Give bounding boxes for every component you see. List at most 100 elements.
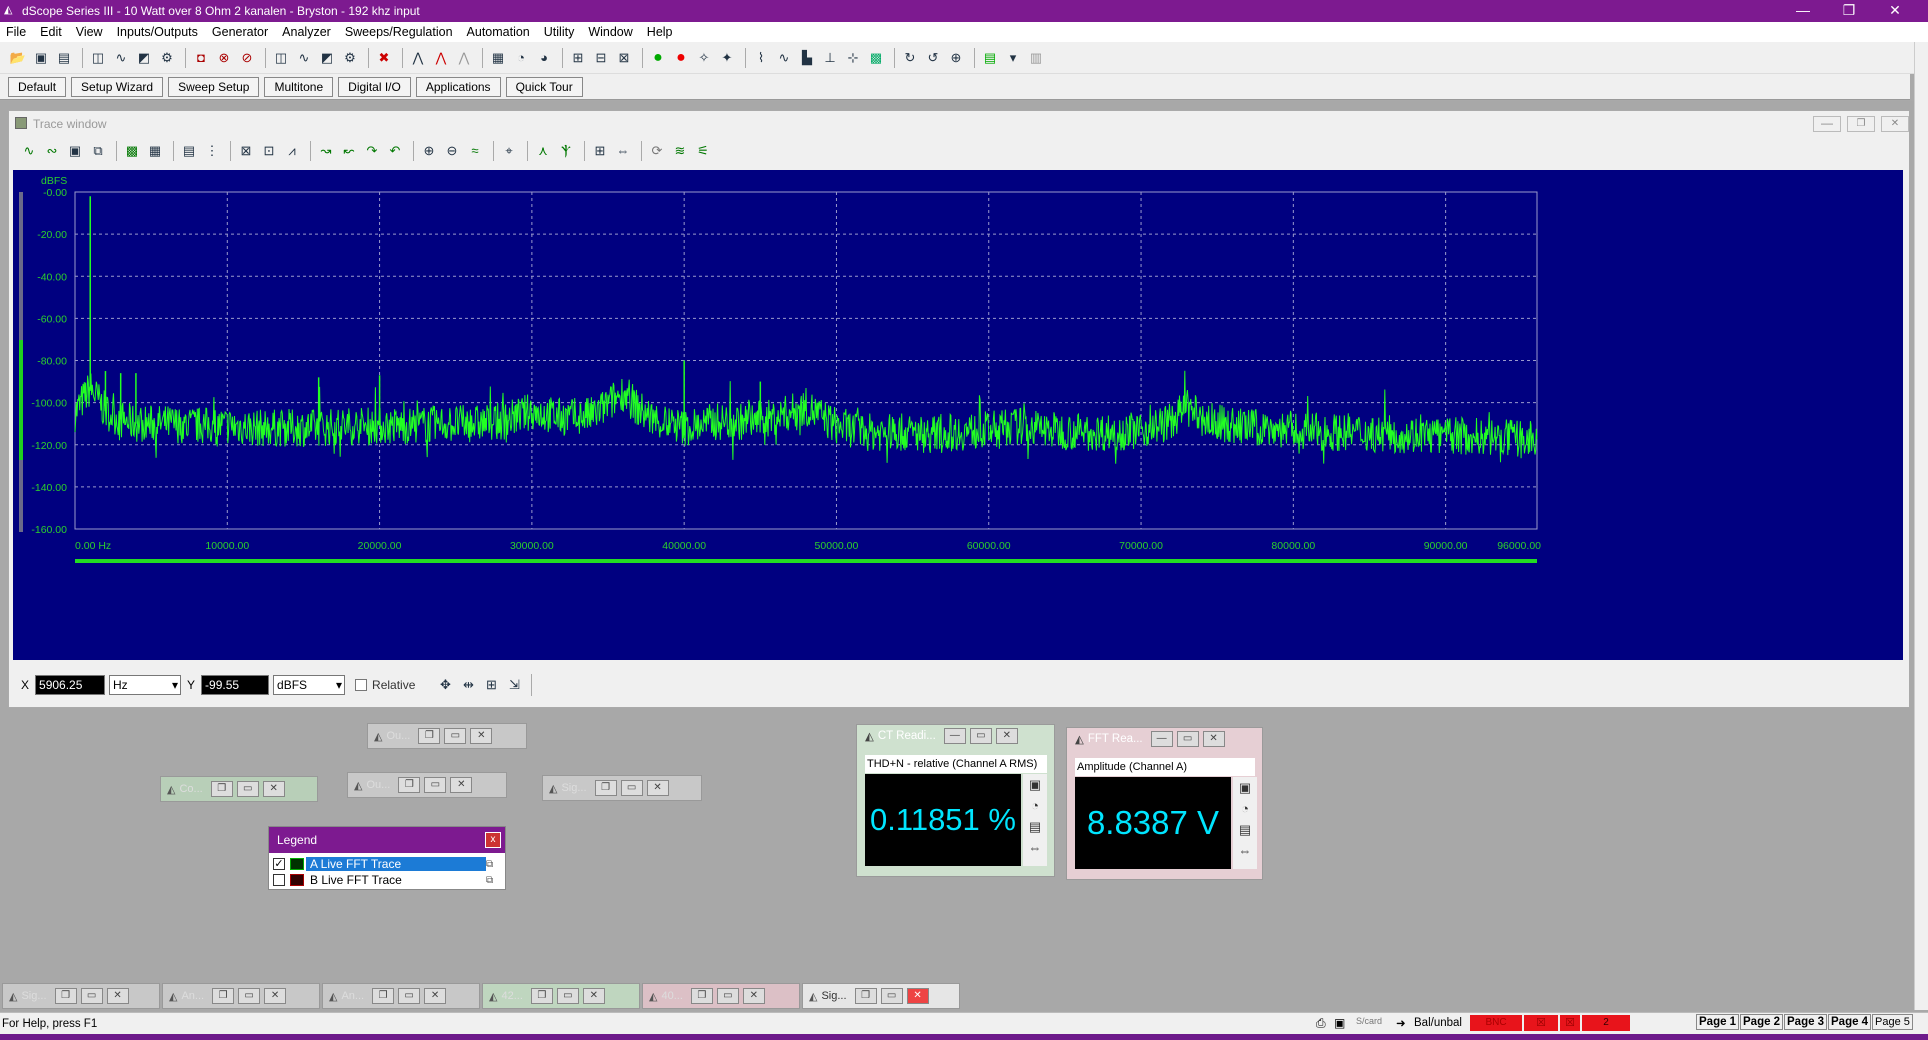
channel-b-icon[interactable]: ⊟ (591, 48, 611, 68)
maximize-button[interactable]: ▭ (880, 988, 903, 1004)
restore-button[interactable]: ❐ (854, 988, 877, 1004)
mini-window-co[interactable]: ◭ Co... ❐ ▭ ✕ (160, 776, 318, 802)
sweep-icon[interactable]: ✧ (694, 48, 714, 68)
limits-icon[interactable]: ⇔ (1239, 843, 1252, 858)
bottom-window-analyzer-1[interactable]: ◭ An... ❐ ▭ ✕ (162, 983, 320, 1009)
close-button[interactable]: ✕ (106, 988, 129, 1004)
calibrate-icon[interactable]: ⊕ (946, 48, 966, 68)
close-button[interactable]: ✕ (262, 781, 285, 797)
cursor-add-icon[interactable]: ⊹ (843, 48, 863, 68)
peak-icon[interactable]: ⋏ (533, 141, 553, 161)
default-button[interactable]: Default (8, 76, 67, 97)
close-button[interactable]: ✕ (582, 988, 605, 1004)
marker-prev-icon[interactable]: ↶ (385, 141, 405, 161)
restore-button[interactable]: ❐ (594, 780, 617, 796)
output-config-icon[interactable]: ◩ (134, 48, 154, 68)
minimize-button[interactable]: — (1150, 731, 1173, 747)
zoom-in-icon[interactable]: ⊕ (419, 141, 439, 161)
vertical-scrollbar[interactable] (1914, 42, 1928, 1010)
regulation-off-icon[interactable]: ↺ (923, 48, 943, 68)
monitor-icon[interactable]: ▣ (1334, 1016, 1345, 1030)
marker-next-icon[interactable]: ↷ (362, 141, 382, 161)
sweep-settings-icon[interactable]: ✦ (717, 48, 737, 68)
page-5-tab[interactable]: Page 5 (1872, 1014, 1913, 1030)
maximize-button[interactable]: ▭ (398, 988, 421, 1004)
export-icon[interactable]: ▥ (1026, 48, 1046, 68)
minimize-button[interactable]: — (1780, 0, 1826, 22)
menu-file[interactable]: File (6, 25, 26, 39)
zoom-x-icon[interactable]: ⊠ (236, 141, 256, 161)
maximize-button[interactable]: ▭ (556, 988, 579, 1004)
close-button[interactable]: ✕ (424, 988, 447, 1004)
quick-tour-button[interactable]: Quick Tour (505, 76, 583, 97)
close-button[interactable]: ✕ (646, 780, 669, 796)
legend-item-a[interactable]: ✓ A Live FFT Trace ⧉ (269, 856, 505, 872)
menu-automation[interactable]: Automation (467, 25, 530, 39)
output-wave-icon[interactable]: ∿ (111, 48, 131, 68)
printer-icon[interactable]: ⎙ (1316, 1016, 1326, 1031)
y-cursor-value[interactable]: -99.55 (201, 675, 270, 695)
log-icon[interactable]: ▣ (1029, 777, 1041, 792)
legend-item-b[interactable]: B Live FFT Trace ⧉ (269, 872, 505, 888)
open-icon[interactable]: 📂 (8, 48, 28, 68)
display-icon[interactable]: ▩ (866, 48, 886, 68)
trace-table-icon[interactable]: ▦ (145, 141, 165, 161)
analyzer-stop-icon[interactable]: ⋀ (431, 48, 451, 68)
menu-analyzer[interactable]: Analyzer (282, 25, 331, 39)
maximize-button[interactable]: ▭ (716, 988, 739, 1004)
page-2-tab[interactable]: Page 2 (1740, 1014, 1784, 1030)
setup-wizard-button[interactable]: Setup Wizard (71, 76, 164, 97)
menu-window[interactable]: Window (588, 25, 632, 39)
scope-icon[interactable]: ▦ (488, 48, 508, 68)
trace-image-icon[interactable]: ▩ (122, 141, 142, 161)
trace-grid-icon[interactable]: ⋮ (202, 141, 222, 161)
bottom-window-42[interactable]: ◭ 42... ❐ ▭ ✕ (482, 983, 640, 1009)
trace-copy-icon[interactable]: ⧉ (88, 141, 108, 161)
input-wave-icon[interactable]: ∿ (294, 48, 314, 68)
autoscale-icon[interactable]: ⩘ (282, 141, 302, 161)
bottom-window-signal-2[interactable]: ◭ Sig... ❐ ▭ ✕ (802, 983, 960, 1009)
close-button[interactable]: ✕ (742, 988, 765, 1004)
analyzer-icon[interactable]: ⋀ (408, 48, 428, 68)
maximize-button[interactable]: ▭ (236, 781, 259, 797)
bar-icon[interactable]: ▙ (797, 48, 817, 68)
cursor-icon[interactable]: ⌖ (499, 141, 519, 161)
legend-checkbox-a[interactable]: ✓ (273, 858, 285, 870)
legend-close-button[interactable]: x (485, 832, 501, 848)
legend-options-icon[interactable]: ⧉ (486, 875, 493, 886)
restore-button[interactable]: ❐ (690, 988, 713, 1004)
close-button[interactable]: ✕ (470, 728, 493, 744)
fft-plot[interactable]: dBFS -0.00 -20.00 -40.00 -60.00 -80.00 -100.00… (13, 170, 1903, 660)
page-3-tab[interactable]: Page 3 (1784, 1014, 1828, 1030)
relative-checkbox[interactable] (355, 679, 368, 691)
close-button[interactable]: ✕ (995, 728, 1018, 744)
save-icon[interactable]: ▣ (31, 48, 51, 68)
output-off-icon[interactable]: ◘ (191, 48, 211, 68)
mini-window-signal[interactable]: ◭ Sig... ❐ ▭ ✕ (542, 775, 702, 801)
output-settings-icon[interactable]: ⚙ (157, 48, 177, 68)
menu-utility[interactable]: Utility (544, 25, 575, 39)
restore-button[interactable]: ❐ (212, 988, 235, 1004)
legend-checkbox-b[interactable] (273, 874, 285, 886)
trace-maximize-button[interactable]: ❐ (1847, 116, 1875, 132)
trace-minimize-button[interactable]: — (1813, 116, 1841, 132)
history-icon[interactable]: ▤ (1239, 822, 1251, 837)
regulation-icon[interactable]: ↻ (900, 48, 920, 68)
zoom-y-icon[interactable]: ⊡ (259, 141, 279, 161)
zoom-out-icon[interactable]: ⊖ (442, 141, 462, 161)
maximize-button[interactable]: ▭ (424, 777, 447, 793)
maximize-button[interactable]: ▭ (1176, 731, 1199, 747)
menu-sweeps-regulation[interactable]: Sweeps/Regulation (345, 25, 453, 39)
bottom-window-analyzer-2[interactable]: ◭ An... ❐ ▭ ✕ (322, 983, 480, 1009)
record-icon[interactable]: ● (671, 48, 691, 68)
run-icon[interactable]: ● (648, 48, 668, 68)
maximize-button[interactable]: ▭ (238, 988, 261, 1004)
menu-edit[interactable]: Edit (40, 25, 62, 39)
history-icon[interactable]: ▤ (1029, 819, 1041, 834)
trace-chart-icon[interactable]: ▤ (179, 141, 199, 161)
maximize-button[interactable]: ▭ (80, 988, 103, 1004)
restore-button[interactable]: ❐ (372, 988, 395, 1004)
limits-icon[interactable]: ⇔ (1029, 840, 1042, 855)
restore-button[interactable]: ❐ (398, 777, 421, 793)
x-unit-select[interactable]: Hz ▾ (109, 675, 182, 695)
